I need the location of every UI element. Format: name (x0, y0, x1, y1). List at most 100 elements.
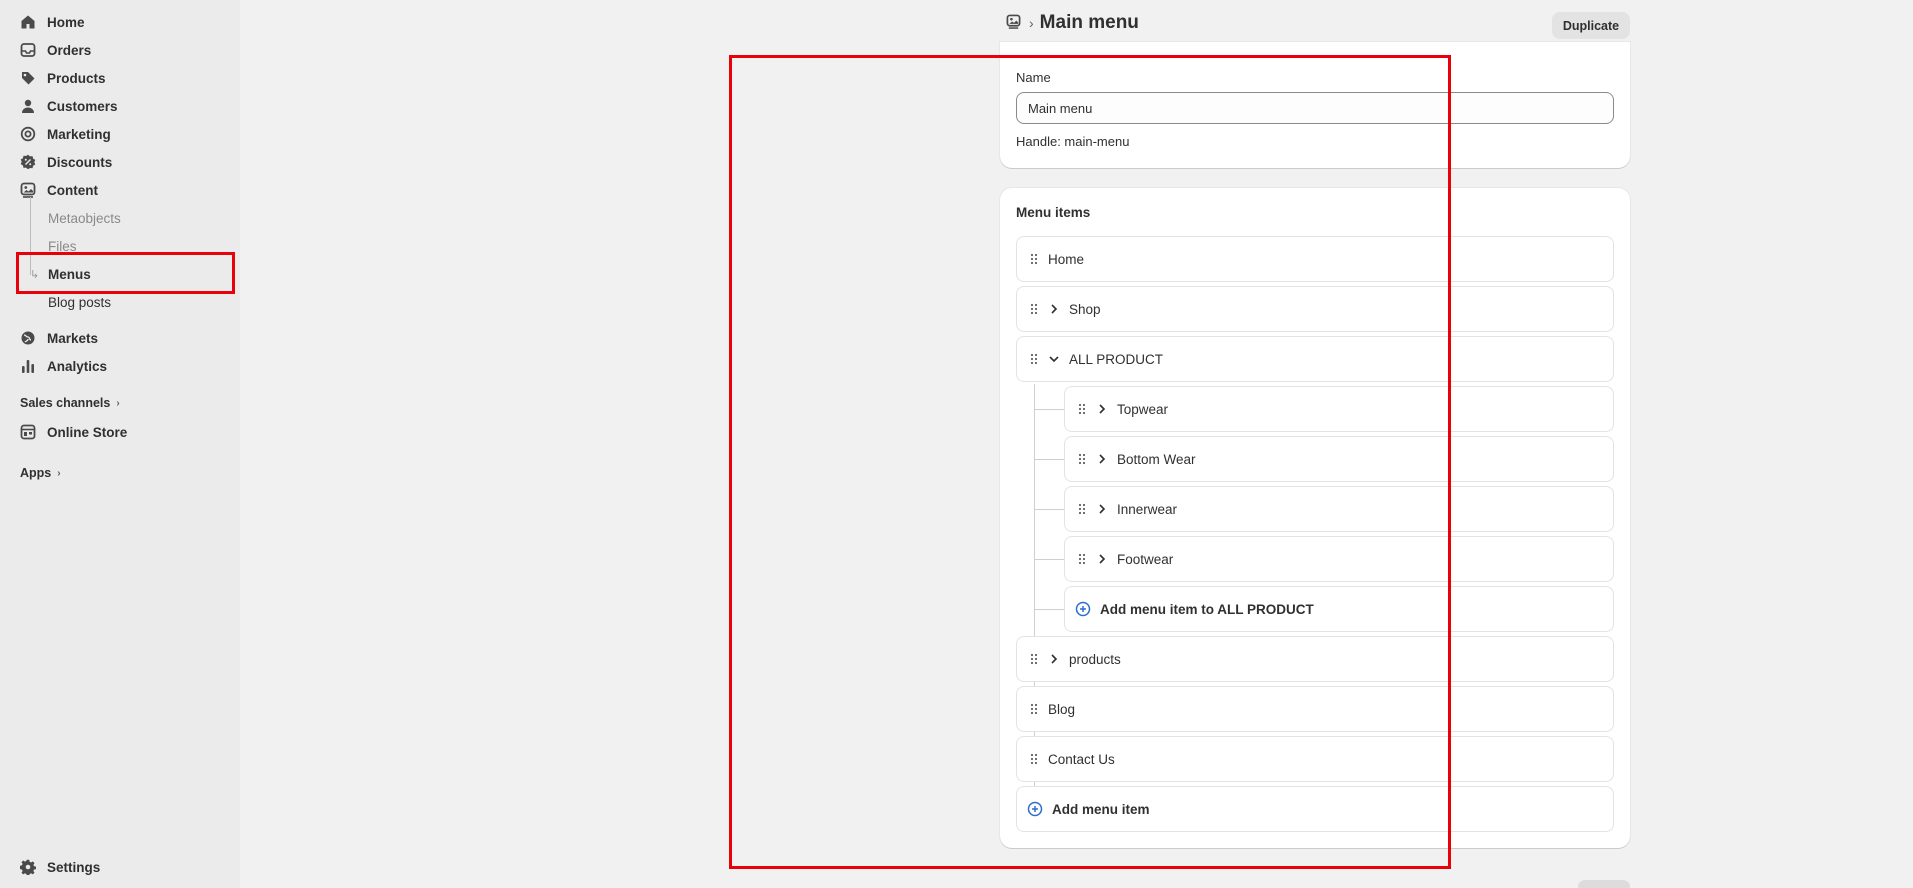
chevron-right-icon[interactable] (1096, 503, 1112, 515)
menu-item-label: Blog (1048, 701, 1076, 717)
chevron-right-icon[interactable] (1048, 653, 1064, 665)
menu-item-contact-us[interactable]: Contact Us (1016, 736, 1614, 782)
drag-handle-icon[interactable] (1030, 753, 1040, 765)
sales-channels-label: Sales channels (20, 396, 111, 410)
menu-item-home[interactable]: Home (1016, 236, 1614, 282)
chevron-down-icon[interactable] (1048, 353, 1064, 365)
menu-item-products[interactable]: products (1016, 636, 1614, 682)
drag-handle-icon[interactable] (1078, 553, 1088, 565)
add-menu-item-button[interactable]: Add menu item (1016, 786, 1614, 832)
nav-marketing[interactable]: Marketing (20, 122, 111, 146)
nav-files[interactable]: Files (48, 235, 77, 257)
menu-item-all-product[interactable]: ALL PRODUCT (1016, 336, 1614, 382)
drag-handle-icon[interactable] (1030, 353, 1040, 365)
drag-handle-icon[interactable] (1078, 503, 1088, 515)
nav-menus[interactable]: Menus (48, 263, 91, 285)
menu-item-footwear[interactable]: Footwear (1064, 536, 1614, 582)
target-icon (20, 126, 36, 142)
submenu-arrow-icon: ↳ (30, 269, 40, 281)
nav-discounts-label: Discounts (47, 154, 113, 170)
chevron-right-icon[interactable] (1096, 553, 1112, 565)
breadcrumb-separator-icon: › (1029, 15, 1034, 31)
add-child-label: Add menu item to ALL PRODUCT (1100, 601, 1314, 617)
menu-items-heading: Menu items (1016, 205, 1091, 220)
person-icon (20, 98, 36, 114)
sales-channels-header[interactable]: Sales channels › (20, 393, 120, 413)
nav-online-store[interactable]: Online Store (20, 420, 127, 444)
nav-settings[interactable]: Settings (20, 855, 100, 879)
menu-item-innerwear[interactable]: Innerwear (1064, 486, 1614, 532)
content-icon (20, 182, 36, 198)
chevron-right-icon[interactable] (1096, 403, 1112, 415)
page-title: Main menu (1039, 12, 1139, 33)
menu-item-label: Footwear (1117, 551, 1174, 567)
drag-handle-icon[interactable] (1030, 703, 1040, 715)
drag-handle-icon[interactable] (1078, 453, 1088, 465)
nav-blog-posts[interactable]: Blog posts (48, 291, 111, 313)
tree-connector-branch (1034, 459, 1064, 460)
breadcrumb: › Main menu (1006, 12, 1139, 34)
main-content: › Main menu Duplicate Name Handle: main-… (240, 0, 1913, 888)
drag-handle-icon[interactable] (1030, 253, 1040, 265)
name-input[interactable] (1016, 92, 1614, 124)
tree-connector-branch (1034, 409, 1064, 410)
nav-products[interactable]: Products (20, 66, 106, 90)
save-button[interactable] (1578, 880, 1630, 888)
bar-chart-icon (20, 358, 36, 374)
nav-content-label: Content (47, 182, 98, 198)
menu-item-label: Topwear (1117, 401, 1169, 417)
menu-item-label: Innerwear (1117, 501, 1178, 517)
discount-icon (20, 154, 36, 170)
nav-online-store-label: Online Store (47, 424, 128, 440)
nav-metaobjects[interactable]: Metaobjects (48, 207, 121, 229)
nav-markets-label: Markets (47, 330, 99, 346)
menu-item-label: Home (1048, 251, 1085, 267)
nav-orders-label: Orders (47, 42, 92, 58)
menu-item-label: Bottom Wear (1117, 451, 1196, 467)
nav-analytics-label: Analytics (47, 358, 108, 374)
nav-orders[interactable]: Orders (20, 38, 91, 62)
plus-circle-icon (1027, 801, 1043, 817)
tree-connector-branch (1034, 559, 1064, 560)
home-icon (20, 14, 36, 30)
nav-marketing-label: Marketing (47, 126, 111, 142)
nav-home[interactable]: Home (20, 10, 85, 34)
drag-handle-icon[interactable] (1030, 653, 1040, 665)
submenu-tree-line (30, 197, 31, 275)
nav-content[interactable]: Content (20, 178, 98, 202)
name-field-label: Name (1016, 70, 1051, 85)
name-card: Name Handle: main-menu (1000, 42, 1630, 168)
apps-label: Apps (20, 466, 52, 480)
nav-discounts[interactable]: Discounts (20, 150, 112, 174)
chevron-right-icon: › (57, 467, 61, 479)
nav-analytics[interactable]: Analytics (20, 354, 107, 378)
menu-item-blog[interactable]: Blog (1016, 686, 1614, 732)
gear-icon (20, 859, 36, 875)
drag-handle-icon[interactable] (1030, 303, 1040, 315)
tree-connector-branch (1034, 509, 1064, 510)
nav-home-label: Home (47, 14, 85, 30)
globe-icon (20, 330, 36, 346)
plus-circle-icon (1075, 601, 1091, 617)
nav-customers[interactable]: Customers (20, 94, 118, 118)
menu-item-topwear[interactable]: Topwear (1064, 386, 1614, 432)
menu-item-label: products (1069, 651, 1121, 667)
menu-items-card: Menu items Home Shop ALL PRODUCT Topwear (1000, 188, 1630, 848)
menu-item-label: ALL PRODUCT (1069, 351, 1164, 367)
content-breadcrumb-icon[interactable] (1006, 14, 1021, 32)
drag-handle-icon[interactable] (1078, 403, 1088, 415)
menu-item-shop[interactable]: Shop (1016, 286, 1614, 332)
inbox-icon (20, 42, 36, 58)
sidebar: Home Orders Products Customers Marketing… (0, 0, 240, 888)
duplicate-button[interactable]: Duplicate (1552, 12, 1630, 39)
chevron-right-icon: › (116, 397, 120, 409)
chevron-right-icon[interactable] (1048, 303, 1064, 315)
handle-text: Handle: main-menu (1016, 134, 1130, 149)
nav-markets[interactable]: Markets (20, 326, 98, 350)
menu-item-bottom-wear[interactable]: Bottom Wear (1064, 436, 1614, 482)
chevron-right-icon[interactable] (1096, 453, 1112, 465)
add-child-menu-item-button[interactable]: Add menu item to ALL PRODUCT (1064, 586, 1614, 632)
apps-header[interactable]: Apps › (20, 463, 61, 483)
nav-products-label: Products (47, 70, 106, 86)
menu-item-label: Contact Us (1048, 751, 1115, 767)
